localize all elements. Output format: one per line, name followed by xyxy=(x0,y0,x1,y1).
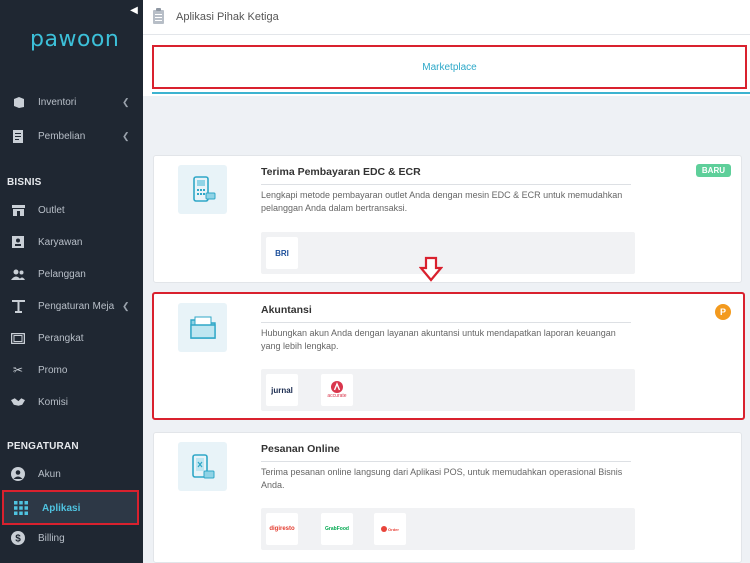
app-card-edc-ecr[interactable]: Terima Pembayaran EDC & ECR Lengkapi met… xyxy=(153,155,742,283)
card-title: Akuntansi xyxy=(261,304,312,316)
app-card-akuntansi[interactable]: Akuntansi Hubungkan akun Anda dengan lay… xyxy=(152,292,745,420)
divider xyxy=(261,322,631,323)
arrow-down-icon xyxy=(419,256,443,282)
new-badge: BARU xyxy=(695,164,731,177)
sidebar-item-pengaturan-meja[interactable]: Pengaturan Meja ❮ xyxy=(0,295,143,317)
card-description: Hubungkan akun Anda dengan layanan akunt… xyxy=(261,328,616,351)
sidebar-item-inventori[interactable]: Inventori ❮ xyxy=(0,91,143,113)
chevron-left-icon: ❮ xyxy=(122,300,130,311)
scissors-icon: ✂ xyxy=(12,363,24,377)
partner-logo-digiresto[interactable]: digiresto xyxy=(266,513,298,545)
divider xyxy=(261,184,631,185)
sidebar-item-perangkat[interactable]: Perangkat xyxy=(0,327,143,349)
sidebar-item-akun[interactable]: Akun xyxy=(0,463,143,485)
user-circle-icon xyxy=(11,467,25,481)
card-title: Pesanan Online xyxy=(261,443,340,455)
tab-marketplace[interactable]: Marketplace xyxy=(152,45,747,89)
partner-logo-order[interactable]: Order xyxy=(374,513,406,545)
collapse-sidebar-button[interactable]: ◀ xyxy=(127,3,141,19)
users-icon xyxy=(11,267,25,281)
handshake-icon xyxy=(11,395,25,409)
partner-list: jurnal accurate xyxy=(261,369,635,411)
partner-logo-grabfood[interactable]: GrabFood xyxy=(321,513,353,545)
chevron-left-icon: ❮ xyxy=(122,130,130,141)
edc-machine-icon xyxy=(178,165,227,214)
sidebar-item-promo[interactable]: ✂ Promo xyxy=(0,359,143,381)
card-title: Terima Pembayaran EDC & ECR xyxy=(261,166,421,178)
online-order-icon xyxy=(178,442,227,491)
divider xyxy=(261,461,631,462)
page-header: Aplikasi Pihak Ketiga xyxy=(143,0,750,35)
svg-text:$: $ xyxy=(15,534,21,545)
grid-icon xyxy=(14,501,28,515)
id-card-icon xyxy=(11,235,25,249)
sidebar-item-pembelian[interactable]: Pembelian ❮ xyxy=(0,125,143,147)
section-pengaturan: PENGATURAN xyxy=(7,441,79,452)
receipt-icon xyxy=(11,129,25,143)
partner-logo-bri[interactable]: BRI xyxy=(266,237,298,269)
sidebar-item-outlet[interactable]: Outlet xyxy=(0,199,143,221)
sidebar: ◀ pawoon Inventori ❮ Pembelian ❮ BISNIS … xyxy=(0,0,143,563)
sidebar-item-billing[interactable]: $ Billing xyxy=(0,527,143,549)
box-icon xyxy=(11,95,25,109)
folder-icon xyxy=(178,303,227,352)
pawoon-logo: pawoon xyxy=(30,27,120,52)
sidebar-item-pelanggan[interactable]: Pelanggan xyxy=(0,263,143,285)
accurate-mark-icon xyxy=(331,381,343,393)
tab-bar: Marketplace xyxy=(143,35,750,96)
dollar-icon: $ xyxy=(11,531,25,545)
sidebar-item-karyawan[interactable]: Karyawan xyxy=(0,231,143,253)
order-mark-icon xyxy=(381,526,388,532)
clipboard-icon xyxy=(153,8,164,24)
partner-logo-jurnal[interactable]: jurnal xyxy=(266,374,298,406)
card-description: Terima pesanan online langsung dari Apli… xyxy=(261,467,623,490)
sidebar-item-komisi[interactable]: Komisi xyxy=(0,391,143,413)
partner-list: BRI xyxy=(261,232,635,274)
chevron-left-icon: ❮ xyxy=(122,96,130,107)
page-title: Aplikasi Pihak Ketiga xyxy=(176,11,279,23)
table-icon xyxy=(11,299,25,313)
partner-list: digiresto GrabFood Order xyxy=(261,508,635,550)
tab-active-indicator xyxy=(152,92,750,94)
sidebar-item-aplikasi[interactable]: Aplikasi xyxy=(2,490,139,525)
store-icon xyxy=(11,203,25,217)
premium-badge-icon: P xyxy=(715,304,731,320)
app-card-pesanan-online[interactable]: Pesanan Online Terima pesanan online lan… xyxy=(153,432,742,563)
section-bisnis: BISNIS xyxy=(7,177,42,188)
partner-logo-accurate[interactable]: accurate xyxy=(321,374,353,406)
tablet-icon xyxy=(11,331,25,345)
card-description: Lengkapi metode pembayaran outlet Anda d… xyxy=(261,190,623,213)
